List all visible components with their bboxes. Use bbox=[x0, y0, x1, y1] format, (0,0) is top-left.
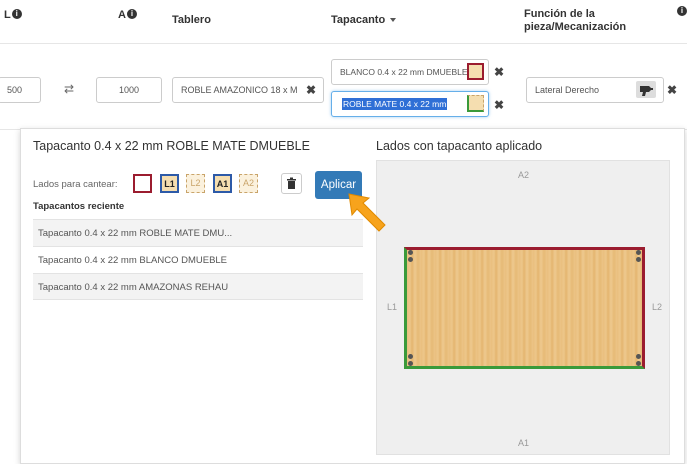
a-input[interactable]: 1000 bbox=[96, 77, 162, 103]
tapacanto-popup: Tapacanto 0.4 x 22 mm ROBLE MATE DMUEBLE… bbox=[20, 128, 685, 464]
header-col-a: Ai bbox=[118, 9, 137, 21]
preview-label-l1: L1 bbox=[387, 302, 398, 312]
sides-label: Lados para cantear: bbox=[33, 179, 118, 190]
side-l2-button[interactable]: L2 bbox=[186, 174, 205, 193]
preview-label-a1: A1 bbox=[518, 438, 530, 448]
side-l1-button[interactable]: L1 bbox=[160, 174, 179, 193]
hole-dot bbox=[408, 250, 413, 255]
side-a2-button[interactable]: A2 bbox=[239, 174, 258, 193]
drill-button[interactable] bbox=[636, 81, 656, 98]
info-icon[interactable]: i bbox=[677, 6, 687, 16]
hole-dot bbox=[636, 257, 641, 262]
tapacanto-1-swatch[interactable] bbox=[467, 63, 484, 80]
table-header: Li Ai Tablero Tapacanto Función de la pi… bbox=[0, 0, 687, 44]
hole-dot bbox=[408, 257, 413, 262]
pointer-arrow-icon bbox=[348, 193, 386, 232]
recent-item[interactable]: Tapacanto 0.4 x 22 mm AMAZONAS REHAU bbox=[33, 273, 363, 300]
drill-icon bbox=[640, 86, 653, 96]
recent-item[interactable]: Tapacanto 0.4 x 22 mm ROBLE MATE DMU... bbox=[33, 219, 363, 246]
tapacanto-1-remove-icon[interactable]: ✖ bbox=[494, 66, 504, 78]
header-col-tapacanto[interactable]: Tapacanto bbox=[331, 14, 397, 26]
hole-dot bbox=[636, 354, 641, 359]
header-col-funcion: Función de la pieza/Mecanización bbox=[524, 8, 627, 33]
tablero-select[interactable]: ROBLE AMAZONICO 18 x M bbox=[172, 77, 324, 103]
preview-label-l2: L2 bbox=[652, 302, 663, 312]
funcion-clear-icon[interactable]: ✖ bbox=[667, 84, 677, 96]
tablero-clear-icon[interactable]: ✖ bbox=[306, 84, 316, 96]
tapacanto-2-input[interactable]: ROBLE MATE 0.4 x 22 mm bbox=[331, 91, 489, 117]
trash-icon bbox=[287, 177, 296, 189]
edge-preview: A2 A1 L1 L2 bbox=[376, 160, 670, 455]
info-icon[interactable]: i bbox=[126, 9, 137, 19]
tapacanto-2-remove-icon[interactable]: ✖ bbox=[494, 99, 504, 111]
recent-item[interactable]: Tapacanto 0.4 x 22 mm BLANCO DMUEBLE bbox=[33, 246, 363, 273]
piece-row: 500 ⇄ 1000 ROBLE AMAZONICO 18 x M ✖ BLAN… bbox=[0, 44, 687, 130]
hole-dot bbox=[408, 361, 413, 366]
preview-label-a2: A2 bbox=[518, 170, 530, 180]
side-a1-button[interactable]: A1 bbox=[213, 174, 232, 193]
side-all-button[interactable] bbox=[133, 174, 152, 193]
delete-button[interactable] bbox=[281, 173, 302, 194]
swap-icon[interactable]: ⇄ bbox=[64, 82, 74, 96]
hole-dot bbox=[636, 361, 641, 366]
preview-heading: Lados con tapacanto aplicado bbox=[376, 139, 543, 153]
recent-heading: Tapacantos reciente bbox=[33, 201, 125, 212]
tapacanto-1-input[interactable]: BLANCO 0.4 x 22 mm DMUEBLE bbox=[331, 59, 489, 85]
header-col-funcion-info: i bbox=[676, 6, 687, 24]
header-col-l: Li bbox=[4, 9, 22, 21]
board-preview bbox=[404, 247, 645, 369]
l-input[interactable]: 500 bbox=[0, 77, 41, 103]
hole-dot bbox=[636, 250, 641, 255]
caret-down-icon bbox=[390, 18, 397, 23]
info-icon[interactable]: i bbox=[11, 9, 22, 19]
popup-title: Tapacanto 0.4 x 22 mm ROBLE MATE DMUEBLE bbox=[33, 139, 310, 153]
hole-dot bbox=[408, 354, 413, 359]
header-col-tablero: Tablero bbox=[172, 14, 211, 26]
tapacanto-2-swatch[interactable] bbox=[467, 95, 484, 112]
